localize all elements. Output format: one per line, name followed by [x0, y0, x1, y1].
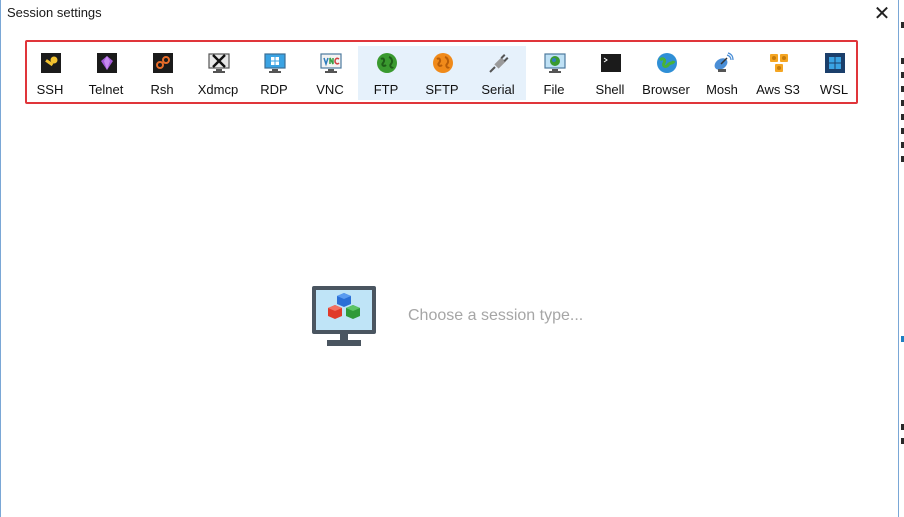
session-type-telnet[interactable]: Telnet [78, 46, 134, 100]
satellite-dish-icon [714, 52, 734, 72]
session-type-shell[interactable]: Shell [582, 46, 638, 100]
title-bar: Session settings ✕ [1, 0, 898, 28]
green-globe-icon [377, 53, 397, 73]
session-type-label: Serial [481, 82, 515, 97]
orange-globe-icon [433, 53, 453, 73]
session-type-label: Mosh [706, 82, 738, 97]
session-type-label: Shell [595, 82, 625, 97]
key-icon [41, 53, 61, 73]
cubes-icon [770, 54, 788, 72]
session-cubes-monitor-icon [312, 286, 376, 346]
earth-icon [657, 53, 677, 73]
gem-icon [97, 53, 117, 73]
session-type-browser[interactable]: Browser [638, 46, 694, 100]
session-type-vnc[interactable]: VNC [302, 46, 358, 100]
session-type-label: Rsh [150, 82, 174, 97]
session-type-xdmcp[interactable]: Xdmcp [190, 46, 246, 100]
session-type-ssh[interactable]: SSH [22, 46, 78, 100]
session-type-serial[interactable]: Serial [470, 46, 526, 100]
session-type-label: Telnet [88, 82, 124, 97]
session-type-label: Xdmcp [197, 82, 239, 97]
chain-icon [153, 53, 173, 73]
terminal-icon [601, 54, 621, 72]
window-title: Session settings [7, 5, 102, 20]
session-type-rsh[interactable]: Rsh [134, 46, 190, 100]
session-type-label: Aws S3 [756, 82, 800, 97]
windows-logo-icon [825, 53, 845, 73]
session-type-label: SFTP [425, 82, 459, 97]
background-window-edge [898, 0, 904, 517]
choose-session-prompt: Choose a session type... [408, 307, 584, 324]
session-type-ftp[interactable]: FTP [358, 46, 414, 100]
vnc-monitor-icon [320, 53, 342, 73]
session-type-file[interactable]: File [526, 46, 582, 100]
session-type-aws-s3[interactable]: Aws S3 [750, 46, 806, 100]
windows-monitor-icon [264, 53, 286, 73]
session-type-rdp[interactable]: RDP [246, 46, 302, 100]
globe-monitor-icon [544, 53, 566, 73]
session-type-sftp[interactable]: SFTP [414, 46, 470, 100]
session-type-label: WSL [819, 82, 849, 97]
session-type-label: SSH [36, 82, 64, 97]
satellite-plug-icon [489, 54, 509, 73]
session-type-label: RDP [260, 82, 288, 97]
close-button[interactable]: ✕ [867, 2, 897, 26]
session-type-label: Browser [642, 82, 690, 97]
session-type-label: FTP [373, 82, 399, 97]
x-monitor-icon [208, 53, 230, 73]
session-type-wsl[interactable]: WSL [806, 46, 862, 100]
session-type-toolbar: SSH Telnet Rsh Xdmcp RDP VNC FTP SFTP Se… [25, 40, 858, 104]
session-type-label: File [543, 82, 565, 97]
close-icon: ✕ [873, 3, 891, 25]
session-type-label: VNC [316, 82, 344, 97]
session-type-mosh[interactable]: Mosh [694, 46, 750, 100]
session-settings-dialog: Session settings ✕ SSH Telnet Rsh Xdmcp … [0, 0, 898, 517]
